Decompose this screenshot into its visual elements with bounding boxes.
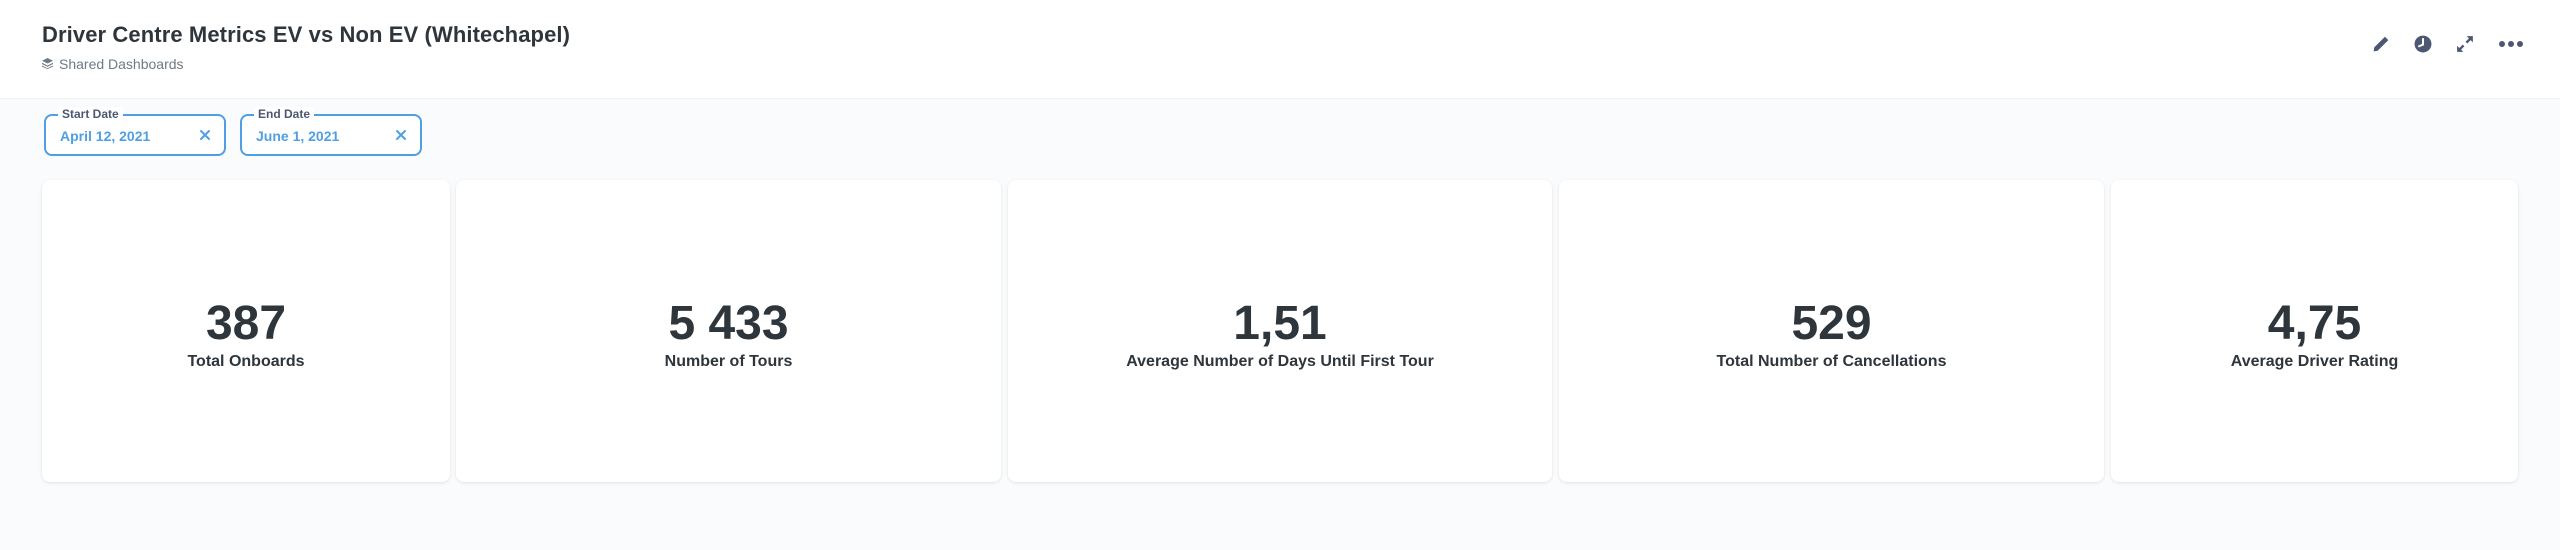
metric-label: Average Number of Days Until First Tour [1126,353,1434,370]
more-options-icon[interactable] [2496,33,2526,55]
collection-name[interactable]: Shared Dashboards [59,56,184,72]
end-date-filter[interactable]: End Date June 1, 2021 [240,107,422,156]
metric-card-total-cancellations[interactable]: 529 Total Number of Cancellations [1559,180,2104,482]
dashboard-title[interactable]: Driver Centre Metrics EV vs Non EV (Whit… [42,22,570,48]
metric-value: 529 [1791,297,1872,350]
clear-end-date-icon[interactable] [394,128,408,142]
end-date-value[interactable]: June 1, 2021 [256,128,339,144]
metric-label: Average Driver Rating [2230,353,2399,370]
end-date-label: End Date [254,107,315,121]
metric-label: Total Number of Cancellations [1716,353,1947,370]
history-icon[interactable] [2412,33,2434,55]
start-date-filter[interactable]: Start Date April 12, 2021 [44,107,226,156]
metric-value: 4,75 [2267,297,2362,350]
clear-start-date-icon[interactable] [198,128,212,142]
collection-breadcrumb[interactable]: Shared Dashboards [42,56,184,72]
metric-card-number-of-tours[interactable]: 5 433 Number of Tours [456,180,1001,482]
collection-icon [42,56,53,72]
start-date-value[interactable]: April 12, 2021 [60,128,150,144]
header-actions [2370,33,2526,55]
dashboard-filters: Start Date April 12, 2021 End Date June … [44,107,422,156]
metric-card-avg-driver-rating[interactable]: 4,75 Average Driver Rating [2111,180,2518,482]
metric-value: 387 [205,297,287,350]
metric-card-avg-days-first-tour[interactable]: 1,51 Average Number of Days Until First … [1008,180,1552,482]
dashboard-header: Driver Centre Metrics EV vs Non EV (Whit… [0,0,2560,99]
edit-icon[interactable] [2370,33,2392,55]
metric-label: Total Onboards [187,353,305,370]
metric-label: Number of Tours [664,353,793,370]
start-date-label: Start Date [58,107,123,121]
metric-value: 1,51 [1233,297,1327,350]
metric-card-total-onboards[interactable]: 387 Total Onboards [42,180,450,482]
fullscreen-icon[interactable] [2454,33,2476,55]
metric-value: 5 433 [668,297,789,350]
